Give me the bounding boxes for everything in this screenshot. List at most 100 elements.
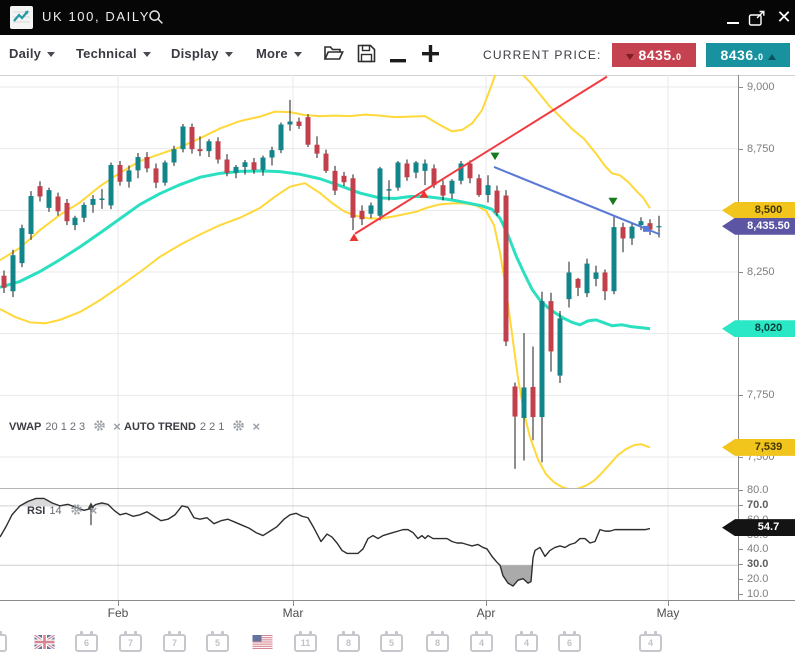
candle-body [576,279,581,288]
candle-body [414,162,419,172]
candle [378,167,383,220]
candle-body [486,185,491,195]
buy-signal-triangle [350,233,359,241]
buy-price-button[interactable]: 8436.0 [706,43,790,67]
candle-body [20,228,25,263]
save-icon[interactable] [357,44,376,68]
calendar-event-icon[interactable]: 6 [558,634,581,652]
candle-body [91,199,96,205]
candle [396,161,401,191]
menu-technical[interactable]: Technical [76,46,151,61]
candle [612,216,617,294]
candle [315,136,320,158]
calendar-event-icon[interactable]: 4 [470,634,493,652]
us-flag-icon[interactable] [252,635,273,649]
candle-body [639,221,644,225]
candle-body [47,190,52,208]
candle-body [82,205,87,218]
menu-timeframe[interactable]: Daily [9,46,55,61]
calendar-event-icon[interactable]: 4 [639,634,662,652]
chevron-down-icon [225,52,233,57]
close-icon[interactable]: × [90,503,98,518]
rsi-chart-canvas[interactable] [0,488,738,600]
calendar-event-icon[interactable]: 7 [163,634,186,652]
candle-body [495,191,500,213]
sell-price-button[interactable]: 8435.0 [612,43,696,67]
instrument-title: UK 100, DAILY [42,9,150,24]
price-axis[interactable]: 9,0008,7508,2507,7507,50080.070.060.050.… [738,75,795,600]
candle-body [243,162,248,167]
trendline-handle[interactable] [643,226,649,232]
rsi-axis-label: 40.0 [739,542,795,556]
candle-body [522,387,527,418]
calendar-event-icon[interactable]: 11 [294,634,317,652]
candle [549,293,554,372]
arrow-down-icon [626,54,634,60]
candle-body [65,203,70,221]
candle-body [369,205,374,213]
uk-flag-icon[interactable] [34,635,55,649]
candle [495,186,500,216]
calendar-event-icon[interactable]: 4 [515,634,538,652]
close-icon[interactable]: × [113,419,121,434]
candle-body [190,127,195,149]
candle [288,100,293,131]
candle-body [145,157,150,168]
sell-signal-triangle [609,198,618,206]
candle [29,191,34,240]
candle-body [216,141,221,159]
candle [100,189,105,209]
calendar-event-icon[interactable]: 5 [380,634,403,652]
gear-icon[interactable] [232,419,245,435]
candle-body [585,264,590,294]
close-icon[interactable]: ✕ [772,0,795,35]
rsi-value-badge: 54.7 [722,519,795,536]
candle [531,346,536,440]
candle [333,166,338,195]
candle [621,223,626,253]
candle [279,123,284,154]
calendar-event-icon[interactable]: 5 [206,634,229,652]
menu-more[interactable]: More [256,46,302,61]
calendar-event-icon[interactable]: 1 [0,634,7,652]
gear-icon[interactable] [70,503,83,519]
rsi-line[interactable] [0,498,650,586]
falling-trendline[interactable] [494,167,660,235]
candle-body [225,160,230,173]
calendar-event-icon[interactable]: 7 [119,634,142,652]
window-titlebar: UK 100, DAILY ✕ [0,0,795,35]
candle [145,152,150,172]
candle [20,225,25,267]
menu-display[interactable]: Display [171,46,233,61]
calendar-event-icon[interactable]: 8 [426,634,449,652]
candle-body [109,165,114,205]
close-icon[interactable]: × [253,419,261,434]
candle [38,181,43,201]
month-label: May [657,606,680,620]
calendar-event-icon[interactable]: 6 [75,634,98,652]
candle-body [56,197,61,212]
vwap-indicator-label: VWAP20 1 2 3 × [9,419,121,435]
price-axis-label: 7,750 [739,388,795,402]
chevron-down-icon [143,52,151,57]
candle [56,193,61,216]
zoom-out-icon[interactable] [390,51,407,69]
minimize-button[interactable] [722,0,746,35]
candle [324,150,329,173]
candle [270,147,275,166]
candle [297,118,302,129]
candle-body [441,185,446,195]
calendar-event-icon[interactable]: 8 [337,634,360,652]
candle-body [360,211,365,219]
open-folder-icon[interactable] [323,44,344,67]
search-icon[interactable] [148,9,164,25]
candle-body [450,181,455,194]
popout-icon[interactable] [748,0,772,35]
candle [109,162,114,209]
candle [477,174,482,196]
candle-body [405,163,410,177]
gear-icon[interactable] [93,419,106,435]
month-label: Feb [108,606,129,620]
candle [181,124,186,152]
zoom-in-icon[interactable] [421,44,440,68]
